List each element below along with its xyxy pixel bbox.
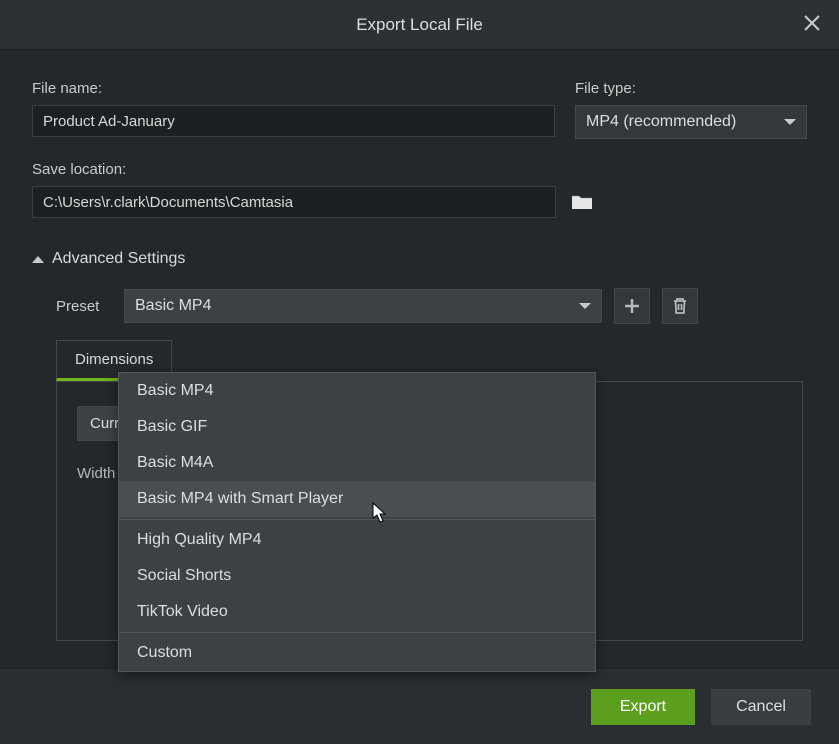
- add-preset-button[interactable]: [614, 288, 650, 324]
- preset-option-tiktok-video[interactable]: TikTok Video: [119, 594, 595, 630]
- export-button[interactable]: Export: [591, 689, 695, 725]
- preset-value: Basic MP4: [135, 297, 211, 315]
- chevron-down-icon: [784, 119, 796, 125]
- close-button[interactable]: [803, 14, 827, 38]
- file-name-group: File name:: [32, 80, 555, 139]
- preset-option-basic-m4a[interactable]: Basic M4A: [119, 445, 595, 481]
- preset-option-custom[interactable]: Custom: [119, 635, 595, 671]
- preset-dropdown[interactable]: Basic MP4: [124, 289, 602, 323]
- preset-option-basic-mp4-smart-player[interactable]: Basic MP4 with Smart Player: [119, 481, 595, 517]
- file-type-value: MP4 (recommended): [586, 113, 736, 131]
- file-type-dropdown[interactable]: MP4 (recommended): [575, 105, 807, 139]
- width-label: Width: [77, 465, 115, 482]
- preset-row: Preset Basic MP4: [32, 288, 807, 324]
- preset-option-basic-mp4[interactable]: Basic MP4: [119, 373, 595, 409]
- file-name-label: File name:: [32, 80, 555, 97]
- plus-icon: [622, 296, 642, 316]
- delete-preset-button[interactable]: [662, 288, 698, 324]
- close-icon: [803, 14, 821, 32]
- browse-folder-button[interactable]: [568, 188, 596, 216]
- preset-menu-separator: [119, 519, 595, 520]
- chevron-up-icon: [32, 256, 44, 263]
- dialog-footer: Export Cancel: [0, 668, 839, 744]
- top-row: File name: File type: MP4 (recommended): [32, 80, 807, 139]
- preset-label: Preset: [56, 298, 112, 315]
- preset-option-social-shorts[interactable]: Social Shorts: [119, 558, 595, 594]
- save-location-label: Save location:: [32, 161, 556, 178]
- export-dialog: Export Local File File name: File type: …: [0, 0, 839, 744]
- preset-menu-separator: [119, 632, 595, 633]
- dialog-title: Export Local File: [356, 15, 483, 35]
- preset-option-high-quality-mp4[interactable]: High Quality MP4: [119, 522, 595, 558]
- file-name-input[interactable]: [32, 105, 555, 137]
- save-location-row: Save location:: [32, 161, 807, 218]
- advanced-settings-title: Advanced Settings: [52, 250, 185, 268]
- trash-icon: [670, 296, 690, 316]
- save-location-group: Save location:: [32, 161, 556, 218]
- titlebar: Export Local File: [0, 0, 839, 50]
- preset-dropdown-menu: Basic MP4 Basic GIF Basic M4A Basic MP4 …: [118, 372, 596, 672]
- chevron-down-icon: [579, 303, 591, 309]
- folder-icon: [570, 192, 594, 212]
- dialog-content: File name: File type: MP4 (recommended) …: [0, 50, 839, 668]
- file-type-group: File type: MP4 (recommended): [575, 80, 807, 139]
- save-location-input[interactable]: [32, 186, 556, 218]
- advanced-settings-toggle[interactable]: Advanced Settings: [32, 250, 807, 268]
- file-type-label: File type:: [575, 80, 807, 97]
- cancel-button[interactable]: Cancel: [711, 689, 811, 725]
- preset-option-basic-gif[interactable]: Basic GIF: [119, 409, 595, 445]
